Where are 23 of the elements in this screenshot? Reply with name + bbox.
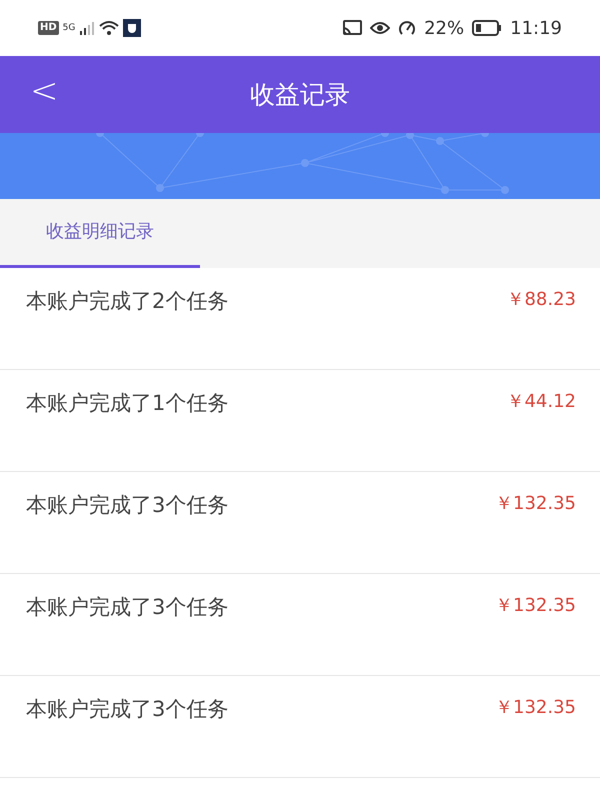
page-title: 收益记录 (250, 78, 350, 111)
speedometer-icon (398, 19, 416, 37)
network-type: 5G (62, 24, 76, 32)
status-time: 11:19 (510, 16, 562, 40)
eye-icon (370, 21, 390, 35)
record-amount: ￥88.23 (506, 288, 576, 312)
record-description: 本账户完成了2个任务 (26, 288, 228, 315)
wifi-icon (99, 20, 120, 36)
back-button[interactable]: < (24, 74, 64, 108)
cast-icon (342, 20, 362, 36)
record-amount: ￥132.35 (495, 696, 576, 720)
record-description: 本账户完成了3个任务 (26, 492, 228, 519)
record-description: 本账户完成了3个任务 (26, 594, 228, 621)
signal-icon (79, 20, 96, 36)
battery-percent: 22% (424, 16, 464, 40)
record-amount: ￥44.12 (506, 390, 576, 414)
record-description: 本账户完成了1个任务 (26, 390, 228, 417)
battery-icon (472, 20, 502, 36)
record-amount: ￥132.35 (495, 594, 576, 618)
app-icon (123, 19, 142, 37)
record-description: 本账户完成了3个任务 (26, 696, 228, 723)
hd-badge: HD (38, 21, 59, 35)
record-amount: ￥132.35 (495, 492, 576, 516)
